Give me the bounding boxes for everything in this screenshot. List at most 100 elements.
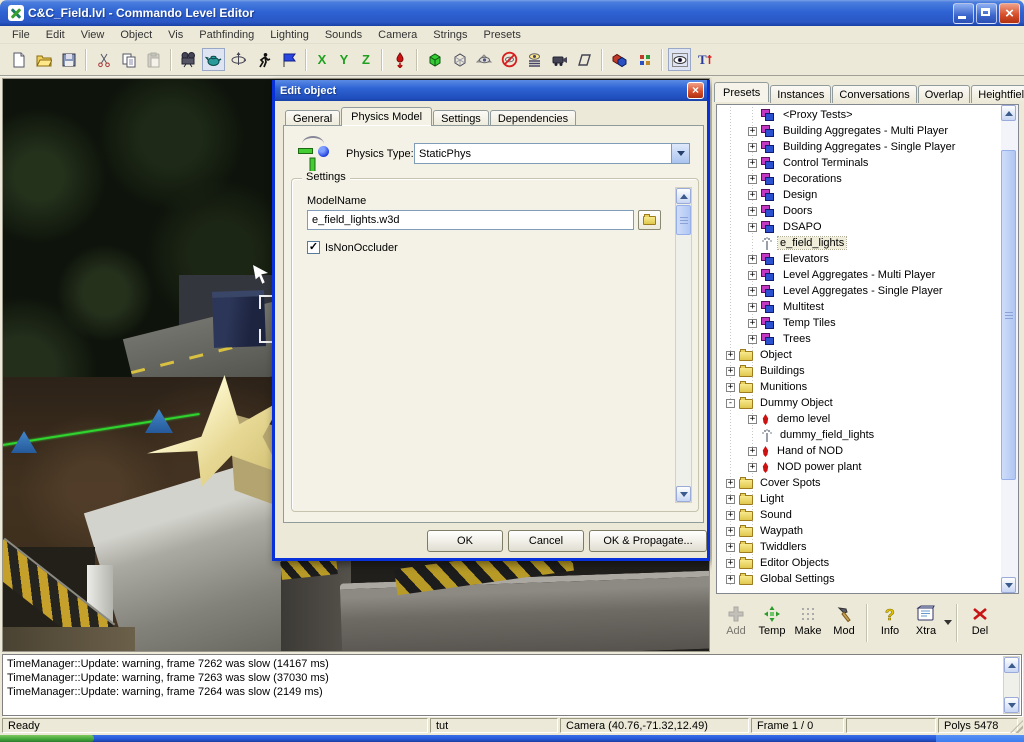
tree-expander[interactable]: + xyxy=(748,319,757,328)
scroll-down-button[interactable] xyxy=(1004,697,1019,713)
tree-item[interactable]: +Control Terminals xyxy=(717,155,1001,171)
tree-expander[interactable]: + xyxy=(748,415,757,424)
paste-button[interactable] xyxy=(142,48,165,71)
tree-expander[interactable]: + xyxy=(748,159,757,168)
tree-item[interactable]: +Design xyxy=(717,187,1001,203)
start-button-edge[interactable] xyxy=(0,735,94,742)
menu-pathfinding[interactable]: Pathfinding xyxy=(191,28,262,42)
tree-item[interactable]: +Decorations xyxy=(717,171,1001,187)
dialog-title-bar[interactable]: Edit object × xyxy=(275,80,707,101)
tree-expander[interactable]: + xyxy=(748,271,757,280)
tree-expander[interactable]: + xyxy=(726,559,735,568)
tree-item[interactable]: +Global Settings xyxy=(717,571,1001,587)
scroll-thumb[interactable] xyxy=(676,205,691,235)
tree-expander[interactable]: + xyxy=(748,255,757,264)
wireframe-view-button[interactable] xyxy=(448,48,471,71)
tree-expander[interactable]: + xyxy=(748,175,757,184)
menu-view[interactable]: View xyxy=(73,28,113,42)
tree-expander[interactable]: + xyxy=(726,351,735,360)
tree-item[interactable]: e_field_lights xyxy=(717,235,1001,251)
tree-item[interactable]: +Building Aggregates - Single Player xyxy=(717,139,1001,155)
show-eye-button[interactable] xyxy=(473,48,496,71)
scroll-up-button[interactable] xyxy=(1004,657,1019,673)
text-tool-button[interactable]: T xyxy=(693,48,716,71)
tree-expander[interactable]: + xyxy=(748,143,757,152)
tree-expander[interactable]: + xyxy=(748,191,757,200)
tree-item[interactable]: +Doors xyxy=(717,203,1001,219)
scroll-down-button[interactable] xyxy=(1001,577,1016,593)
close-button[interactable] xyxy=(999,3,1020,24)
menu-camera[interactable]: Camera xyxy=(370,28,425,42)
tree-expander[interactable]: + xyxy=(748,335,757,344)
tree-expander[interactable]: + xyxy=(726,511,735,520)
tree-item[interactable]: <Proxy Tests> xyxy=(717,107,1001,123)
scroll-up-button[interactable] xyxy=(676,188,691,204)
menu-presets[interactable]: Presets xyxy=(476,28,529,42)
del-button[interactable]: Del xyxy=(962,602,998,646)
title-bar[interactable]: C&C_Field.lvl - Commando Level Editor xyxy=(0,0,1024,26)
tree-item[interactable]: +Munitions xyxy=(717,379,1001,395)
rotate-axis-button[interactable] xyxy=(227,48,250,71)
windows-taskbar[interactable] xyxy=(0,735,1024,742)
tree-item[interactable]: +DSAPO xyxy=(717,219,1001,235)
tree-item[interactable]: dummy_field_lights xyxy=(717,427,1001,443)
tree-item[interactable]: +Multitest xyxy=(717,299,1001,315)
tab-physics-model[interactable]: Physics Model xyxy=(341,107,432,126)
snap-points-button[interactable] xyxy=(633,48,656,71)
temp-button[interactable]: Temp xyxy=(754,602,790,646)
colored-cubes-button[interactable] xyxy=(608,48,631,71)
menu-edit[interactable]: Edit xyxy=(38,28,73,42)
physics-type-dropdown[interactable]: StaticPhys xyxy=(414,143,690,164)
menu-strings[interactable]: Strings xyxy=(425,28,475,42)
tree-expander[interactable]: + xyxy=(748,223,757,232)
tree-item[interactable]: +Hand of NOD xyxy=(717,443,1001,459)
tree-expander[interactable]: + xyxy=(748,463,757,472)
tree-item[interactable]: +Level Aggregates - Single Player xyxy=(717,283,1001,299)
isnonoccluder-row[interactable]: ✓ IsNonOccluder xyxy=(307,241,398,254)
scroll-up-button[interactable] xyxy=(1001,105,1016,121)
ok-button[interactable]: OK xyxy=(427,530,503,552)
render-mode-button[interactable] xyxy=(202,48,225,71)
tree-item[interactable]: +Light xyxy=(717,491,1001,507)
tree-item[interactable]: +Trees xyxy=(717,331,1001,347)
tab-presets[interactable]: Presets xyxy=(714,82,769,102)
xtra-dropdown-icon[interactable] xyxy=(944,620,952,629)
tree-expander[interactable]: + xyxy=(748,303,757,312)
tree-item[interactable]: -Dummy Object xyxy=(717,395,1001,411)
dropdown-button[interactable] xyxy=(671,144,689,163)
waypoint-flag-button[interactable] xyxy=(277,48,300,71)
xtra-button[interactable]: Xtra xyxy=(908,602,944,646)
tree-item[interactable]: +Building Aggregates - Multi Player xyxy=(717,123,1001,139)
axis-x-button[interactable]: X xyxy=(312,48,332,71)
tree-item[interactable]: +Waypath xyxy=(717,523,1001,539)
vis-camera-button[interactable] xyxy=(548,48,571,71)
tree-expander[interactable]: + xyxy=(726,367,735,376)
solid-view-button[interactable] xyxy=(423,48,446,71)
settings-scrollbar[interactable] xyxy=(675,187,692,503)
tree-scrollbar[interactable] xyxy=(1001,105,1018,593)
tree-item[interactable]: +Temp Tiles xyxy=(717,315,1001,331)
tab-heightfield[interactable]: Heightfield xyxy=(971,85,1024,103)
drop-to-ground-button[interactable] xyxy=(388,48,411,71)
tree-item[interactable]: +Object xyxy=(717,347,1001,363)
isnonoccluder-checkbox[interactable]: ✓ xyxy=(307,241,320,254)
tree-item[interactable]: +Twiddlers xyxy=(717,539,1001,555)
tree-expander[interactable]: + xyxy=(726,495,735,504)
mod-button[interactable]: Mod xyxy=(826,602,862,646)
tree-item[interactable]: +Cover Spots xyxy=(717,475,1001,491)
add-button[interactable]: Add xyxy=(718,602,754,646)
log-output[interactable]: TimeManager::Update: warning, frame 7262… xyxy=(2,654,1022,716)
tab-overlap[interactable]: Overlap xyxy=(918,85,971,103)
ok-propagate-button[interactable]: OK & Propagate... xyxy=(589,530,707,552)
tree-expander[interactable]: + xyxy=(748,447,757,456)
make-button[interactable]: Make xyxy=(790,602,826,646)
menu-vis[interactable]: Vis xyxy=(160,28,191,42)
tree-expander[interactable]: + xyxy=(748,287,757,296)
tree-item[interactable]: +NOD power plant xyxy=(717,459,1001,475)
open-button[interactable] xyxy=(32,48,55,71)
character-button[interactable] xyxy=(252,48,275,71)
tree-item[interactable]: +Editor Objects xyxy=(717,555,1001,571)
save-button[interactable] xyxy=(57,48,80,71)
copy-button[interactable] xyxy=(117,48,140,71)
axis-z-button[interactable]: Z xyxy=(356,48,376,71)
